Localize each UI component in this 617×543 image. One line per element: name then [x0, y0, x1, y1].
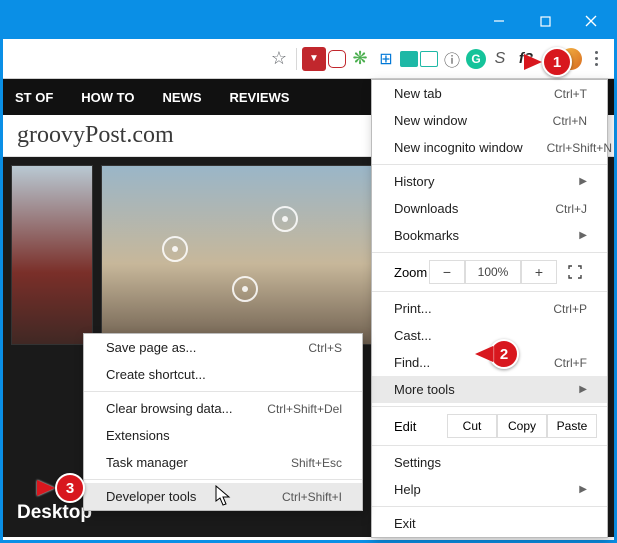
menu-bookmarks[interactable]: Bookmarks▶: [372, 222, 607, 249]
menu-edit-row: Edit Cut Copy Paste: [372, 410, 607, 442]
submenu-extensions[interactable]: Extensions: [84, 422, 362, 449]
zoom-out-button[interactable]: −: [429, 260, 465, 284]
menu-button[interactable]: [584, 47, 608, 71]
maximize-icon: [540, 16, 551, 27]
article-thumbnail[interactable]: [11, 165, 93, 345]
site-logo[interactable]: groovyPost.com: [17, 122, 174, 149]
menu-exit[interactable]: Exit: [372, 510, 607, 537]
minimize-button[interactable]: [476, 3, 522, 39]
chevron-right-icon: ▶: [579, 384, 587, 395]
menu-new-tab[interactable]: New tabCtrl+T: [372, 80, 607, 107]
menu-zoom-row: Zoom − 100% +: [372, 256, 607, 288]
toolbar-separator: [296, 48, 297, 70]
maximize-button[interactable]: [522, 3, 568, 39]
fullscreen-icon: [568, 265, 582, 279]
extension-news-icon[interactable]: [420, 51, 438, 67]
nav-item[interactable]: HOW TO: [81, 90, 134, 105]
paste-button[interactable]: Paste: [547, 414, 597, 438]
submenu-create-shortcut[interactable]: Create shortcut...: [84, 361, 362, 388]
edit-label: Edit: [394, 419, 447, 434]
submenu-save-page[interactable]: Save page as...Ctrl+S: [84, 334, 362, 361]
article-title[interactable]: Desktop: [17, 501, 92, 525]
extension-s-icon[interactable]: S: [488, 47, 512, 71]
extension-chat-icon[interactable]: [328, 50, 346, 68]
menu-print[interactable]: Print...Ctrl+P: [372, 295, 607, 322]
close-button[interactable]: [568, 3, 614, 39]
annotation-badge-2: 2: [475, 339, 519, 369]
nav-item[interactable]: ST OF: [15, 90, 53, 105]
extension-info-icon[interactable]: ⓘ: [440, 47, 464, 71]
submenu-task-manager[interactable]: Task managerShift+Esc: [84, 449, 362, 476]
menu-incognito[interactable]: New incognito windowCtrl+Shift+N: [372, 134, 607, 161]
window-titlebar: [3, 3, 614, 39]
annotation-badge-3: 3: [41, 473, 85, 503]
extension-teal-icon[interactable]: [400, 51, 418, 67]
menu-downloads[interactable]: DownloadsCtrl+J: [372, 195, 607, 222]
menu-settings[interactable]: Settings: [372, 449, 607, 476]
chrome-main-menu: New tabCtrl+T New windowCtrl+N New incog…: [371, 79, 608, 538]
minimize-icon: [493, 15, 505, 27]
nav-item[interactable]: REVIEWS: [229, 90, 289, 105]
fullscreen-button[interactable]: [557, 260, 593, 284]
bookmark-star-icon[interactable]: ☆: [267, 47, 291, 71]
menu-help[interactable]: Help▶: [372, 476, 607, 503]
browser-toolbar: ☆ ▼ ❋ ⊞ ⓘ G S f?: [3, 39, 614, 79]
submenu-clear-browsing-data[interactable]: Clear browsing data...Ctrl+Shift+Del: [84, 395, 362, 422]
copy-button[interactable]: Copy: [497, 414, 547, 438]
menu-history[interactable]: History▶: [372, 168, 607, 195]
zoom-label: Zoom: [394, 265, 429, 280]
cut-button[interactable]: Cut: [447, 414, 497, 438]
close-icon: [585, 15, 597, 27]
zoom-value: 100%: [465, 260, 521, 284]
menu-new-window[interactable]: New windowCtrl+N: [372, 107, 607, 134]
extension-pdf-icon[interactable]: ▼: [302, 47, 326, 71]
extension-windows-icon[interactable]: ⊞: [374, 47, 398, 71]
chevron-right-icon: ▶: [579, 484, 587, 495]
chevron-right-icon: ▶: [579, 230, 587, 241]
extension-evernote-icon[interactable]: ❋: [348, 47, 372, 71]
cursor-icon: [215, 485, 233, 507]
menu-more-tools[interactable]: More tools▶: [372, 376, 607, 403]
zoom-in-button[interactable]: +: [521, 260, 557, 284]
annotation-badge-1: 1: [528, 47, 572, 77]
nav-item[interactable]: NEWS: [162, 90, 201, 105]
extension-grammarly-icon[interactable]: G: [466, 49, 486, 69]
chevron-right-icon: ▶: [579, 176, 587, 187]
